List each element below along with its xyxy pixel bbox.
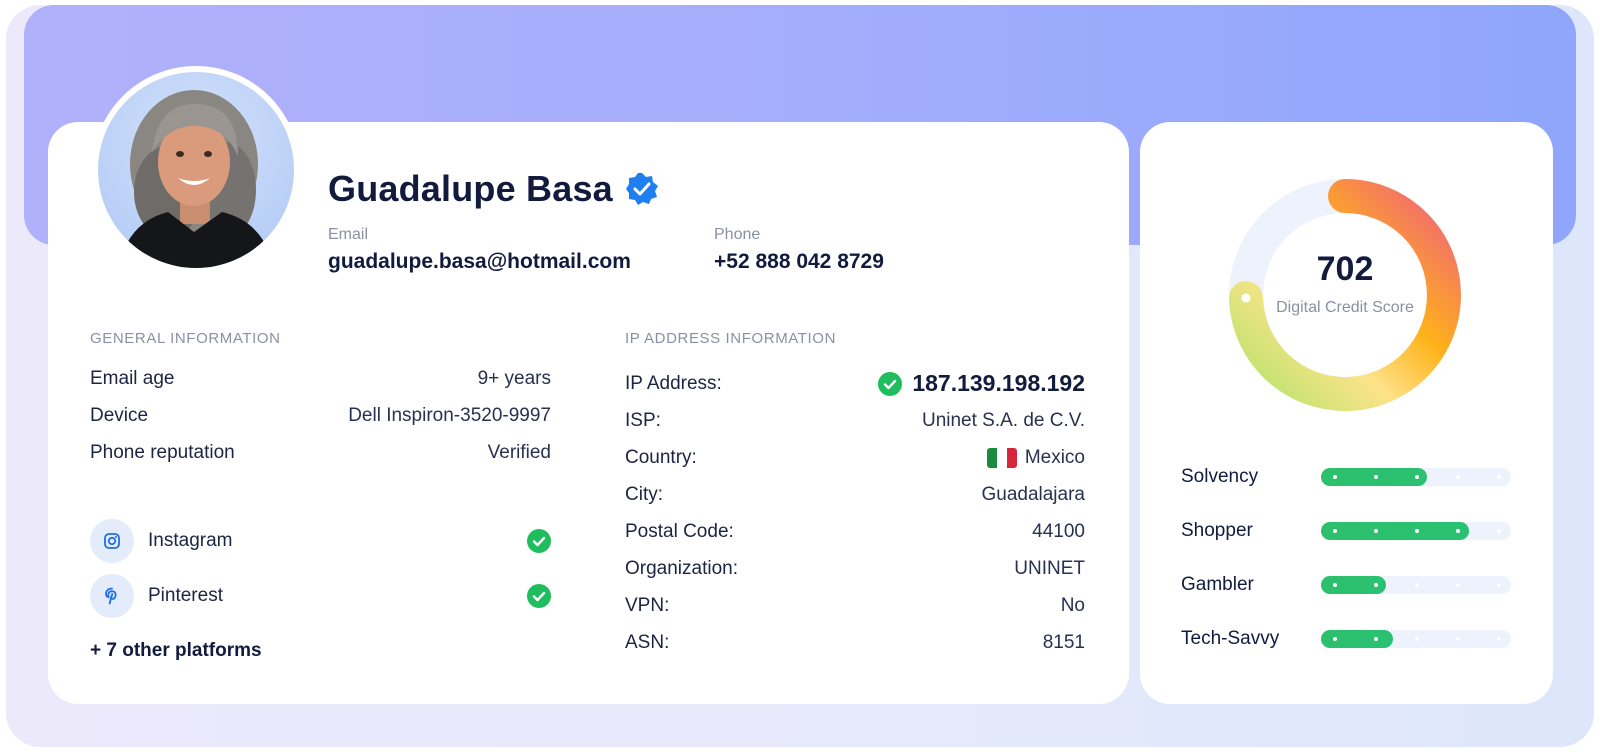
check-icon [878, 371, 903, 396]
ip-address-wrap: 187.139.198.192 [878, 370, 1085, 397]
trait-bar [1321, 576, 1511, 594]
row-label: Postal Code: [625, 521, 734, 542]
trait-shopper: Shopper [1181, 520, 1511, 542]
trait-bar-fill [1321, 522, 1469, 540]
instagram-icon [90, 519, 134, 563]
check-icon [527, 584, 551, 608]
social-instagram[interactable]: Instagram [90, 519, 551, 563]
social-pinterest[interactable]: Pinterest [90, 574, 551, 618]
row-label: ASN: [625, 632, 670, 653]
ip-row-isp: ISP: Uninet S.A. de C.V. [625, 410, 1085, 432]
ip-row-country: Country: Mexico [625, 447, 1085, 469]
trait-bar [1321, 630, 1511, 648]
trait-gambler: Gambler [1181, 574, 1511, 596]
avatar [98, 72, 294, 268]
row-value: Guadalajara [981, 484, 1085, 505]
ip-row-organization: Organization: UNINET [625, 558, 1085, 580]
email-block: Email guadalupe.basa@hotmail.com [328, 226, 631, 274]
ip-row-city: City: Guadalajara [625, 484, 1085, 506]
row-label: Phone reputation [90, 442, 235, 463]
trait-bar-dot [1456, 475, 1460, 479]
ip-row-asn: ASN: 8151 [625, 632, 1085, 654]
trait-bar-dot [1333, 583, 1337, 587]
trait-label: Solvency [1181, 466, 1259, 487]
other-platforms-link[interactable]: + 7 other platforms [90, 640, 262, 662]
general-row-phone-reputation: Phone reputation Verified [90, 442, 551, 464]
row-value: Dell Inspiron-3520-9997 [348, 405, 551, 426]
row-value: 9+ years [477, 368, 551, 389]
name-row: Guadalupe Basa [328, 168, 659, 210]
social-label: Pinterest [148, 585, 223, 606]
trait-bar-dot [1497, 475, 1501, 479]
trait-bar [1321, 522, 1511, 540]
gauge-marker [1241, 293, 1251, 303]
trait-bar-dot [1333, 637, 1337, 641]
row-value: Verified [487, 442, 551, 463]
trait-label: Gambler [1181, 574, 1254, 595]
row-value: 8151 [1042, 632, 1085, 653]
trait-bar-dot [1415, 475, 1419, 479]
trait-bar-dot [1374, 475, 1378, 479]
country-value-wrap: Mexico [986, 447, 1085, 469]
ip-row-vpn: VPN: No [625, 595, 1085, 617]
ip-address-value: 187.139.198.192 [912, 370, 1085, 396]
pinterest-icon [90, 574, 134, 618]
trait-bar-dot [1497, 637, 1501, 641]
row-label: IP Address: [625, 372, 722, 394]
trait-bar-dot [1497, 529, 1501, 533]
trait-bar [1321, 468, 1511, 486]
ip-info-title: IP ADDRESS INFORMATION [625, 330, 837, 347]
check-icon [527, 529, 551, 553]
trait-solvency: Solvency [1181, 466, 1511, 488]
row-label: ISP: [625, 410, 661, 431]
credit-score-gauge [1229, 179, 1461, 411]
trait-bar-dot [1497, 583, 1501, 587]
trait-bar-dot [1456, 529, 1460, 533]
ip-row-address: IP Address: 187.139.198.192 [625, 370, 1085, 397]
trait-bar-fill [1321, 630, 1393, 648]
row-value: Uninet S.A. de C.V. [921, 410, 1085, 431]
row-label: VPN: [625, 595, 670, 616]
trait-bar-dot [1456, 583, 1460, 587]
trait-bar-dot [1374, 529, 1378, 533]
phone-label: Phone [714, 226, 761, 243]
verified-badge-icon [625, 173, 658, 205]
credit-score-value: 702 [1316, 250, 1374, 288]
trait-bar-dot [1456, 637, 1460, 641]
social-label: Instagram [148, 530, 233, 551]
row-value: Mexico [1024, 447, 1085, 468]
trait-label: Shopper [1181, 520, 1253, 541]
trait-bar-dot [1374, 583, 1378, 587]
email-label: Email [328, 226, 369, 243]
profile-name: Guadalupe Basa [328, 168, 613, 209]
trait-bar-dot [1415, 637, 1419, 641]
trait-bar-dot [1374, 637, 1378, 641]
row-label: Organization: [625, 558, 739, 579]
trait-label: Tech-Savvy [1181, 628, 1280, 649]
general-row-email-age: Email age 9+ years [90, 368, 551, 390]
row-label: Email age [90, 368, 175, 389]
credit-score-label: Digital Credit Score [1276, 299, 1414, 316]
trait-bar-dot [1415, 583, 1419, 587]
row-value: No [1060, 595, 1085, 616]
trait-bar-dot [1333, 475, 1337, 479]
row-label: Device [90, 405, 149, 426]
ip-row-postal-code: Postal Code: 44100 [625, 521, 1085, 543]
general-row-device: Device Dell Inspiron-3520-9997 [90, 405, 551, 427]
row-label: Country: [625, 447, 697, 468]
mexico-flag-icon [986, 448, 1017, 468]
trait-bar-dot [1333, 529, 1337, 533]
row-label: City: [625, 484, 663, 505]
general-info-title: GENERAL INFORMATION [90, 330, 281, 347]
trait-tech-savvy: Tech-Savvy [1181, 628, 1511, 650]
row-value: UNINET [1014, 558, 1085, 579]
phone-block: Phone +52 888 042 8729 [714, 226, 884, 274]
trait-bar-dot [1415, 529, 1419, 533]
phone-value: +52 888 042 8729 [714, 250, 884, 273]
row-value: 44100 [1032, 521, 1085, 542]
email-value: guadalupe.basa@hotmail.com [328, 250, 631, 273]
